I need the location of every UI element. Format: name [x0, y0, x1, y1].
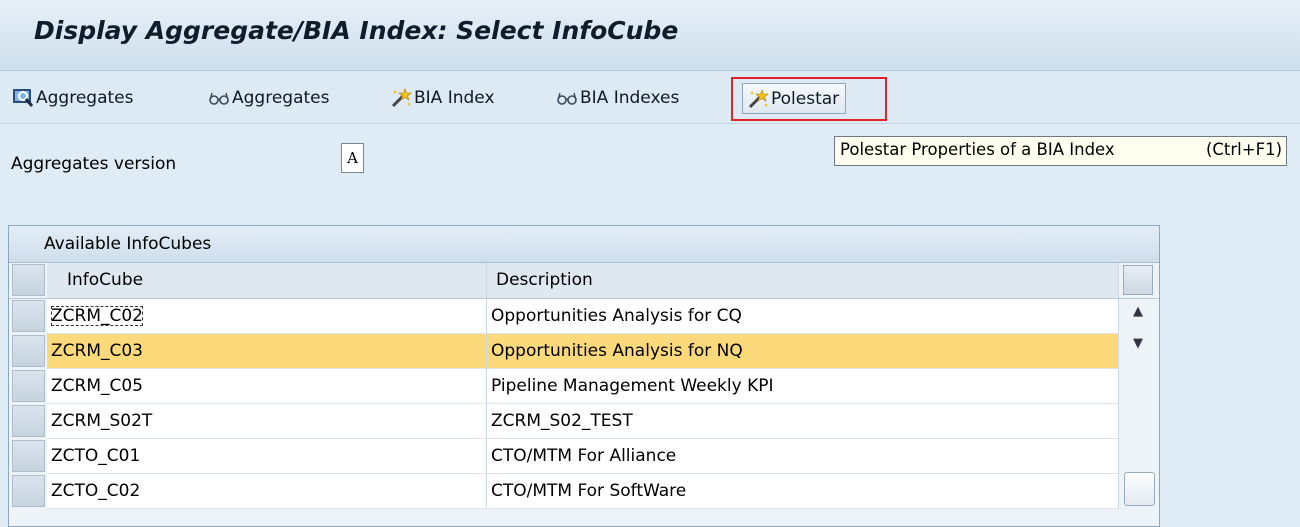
- table-row[interactable]: ZCRM_C05 Pipeline Management Weekly KPI: [9, 369, 1159, 404]
- description-cell[interactable]: ZCRM_S02_TEST: [487, 404, 1119, 439]
- scrollbar-thumb[interactable]: [1124, 472, 1155, 506]
- infocube-cell[interactable]: ZCRM_C03: [47, 334, 487, 369]
- select-all-button[interactable]: [12, 264, 45, 296]
- scroll-up-arrow-icon[interactable]: ▲: [1128, 304, 1148, 320]
- glasses-display-icon: [209, 92, 229, 105]
- polestar-tooltip: Polestar Properties of a BIA Index (Ctrl…: [834, 136, 1287, 166]
- aggregates-version-label: Aggregates version: [11, 154, 177, 174]
- tooltip-text: Polestar Properties of a BIA Index: [840, 140, 1115, 159]
- table-row[interactable]: ZCTO_C01 CTO/MTM For Alliance: [9, 439, 1159, 474]
- infocube-table: Available InfoCubes InfoCube Description…: [8, 225, 1160, 527]
- bia-index-button[interactable]: BIA Index: [390, 84, 495, 112]
- table-row-selected[interactable]: ZCRM_C03 Opportunities Analysis for NQ: [9, 334, 1159, 369]
- aggregates-display-button[interactable]: Aggregates: [208, 84, 329, 112]
- infocube-cell[interactable]: ZCRM_C05: [47, 369, 487, 404]
- description-cell[interactable]: CTO/MTM For SoftWare: [487, 474, 1119, 509]
- row-selector[interactable]: [12, 475, 45, 507]
- aggregates-version-field[interactable]: A: [341, 143, 364, 173]
- tooltip-shortcut: (Ctrl+F1): [1205, 140, 1282, 159]
- row-selector[interactable]: [12, 300, 45, 332]
- aggregates-maintain-button[interactable]: Aggregates: [12, 84, 133, 112]
- column-header-description[interactable]: Description: [487, 263, 1119, 298]
- infocube-cell[interactable]: ZCRM_C02: [47, 299, 487, 334]
- row-selector[interactable]: [12, 370, 45, 402]
- description-cell[interactable]: Opportunities Analysis for NQ: [487, 334, 1119, 369]
- column-header-infocube[interactable]: InfoCube: [47, 263, 487, 298]
- window-title: Display Aggregate/BIA Index: Select Info…: [34, 16, 679, 45]
- scroll-down-arrow-icon[interactable]: ▼: [1128, 336, 1148, 352]
- bia-index-label: BIA Index: [414, 88, 495, 108]
- aggregates-display-label: Aggregates: [232, 88, 330, 108]
- description-cell[interactable]: CTO/MTM For Alliance: [487, 439, 1119, 474]
- aggregates-maintain-label: Aggregates: [36, 88, 134, 108]
- glasses-display-icon: [557, 92, 577, 105]
- vertical-scrollbar[interactable]: ▲ ▼: [1119, 299, 1159, 526]
- row-selector[interactable]: [12, 335, 45, 367]
- table-row[interactable]: ZCRM_S02T ZCRM_S02_TEST: [9, 404, 1159, 439]
- table-row[interactable]: ZCTO_C02 CTO/MTM For SoftWare: [9, 474, 1159, 509]
- magic-wand-icon: [391, 88, 412, 108]
- description-cell[interactable]: Pipeline Management Weekly KPI: [487, 369, 1119, 404]
- polestar-highlight-frame: [731, 77, 887, 121]
- infocube-cell[interactable]: ZCTO_C02: [47, 474, 487, 509]
- table-title: Available InfoCubes: [9, 226, 1159, 263]
- table-settings-button[interactable]: [1123, 265, 1153, 295]
- row-selector[interactable]: [12, 440, 45, 472]
- infocube-value: ZCRM_C02: [51, 306, 143, 326]
- bia-indexes-display-button[interactable]: BIA Indexes: [556, 84, 679, 112]
- monitor-aggregates-icon: [13, 89, 34, 107]
- infocube-cell[interactable]: ZCRM_S02T: [47, 404, 487, 439]
- table-header-row: InfoCube Description: [9, 263, 1159, 299]
- application-toolbar: Aggregates Aggregates BIA Index BIA Inde…: [0, 71, 1300, 124]
- description-cell[interactable]: Opportunities Analysis for CQ: [487, 299, 1119, 334]
- row-selector[interactable]: [12, 405, 45, 437]
- title-bar: Display Aggregate/BIA Index: Select Info…: [0, 0, 1300, 71]
- table-row[interactable]: ZCRM_C02 Opportunities Analysis for CQ: [9, 299, 1159, 334]
- infocube-cell[interactable]: ZCTO_C01: [47, 439, 487, 474]
- bia-indexes-display-label: BIA Indexes: [580, 88, 680, 108]
